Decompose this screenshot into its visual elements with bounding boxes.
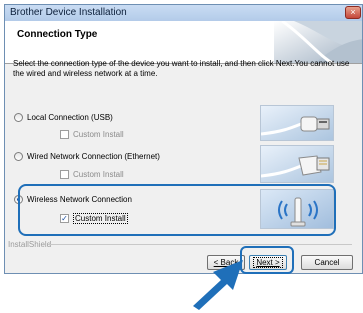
usb-cable-icon [260, 105, 334, 141]
ethernet-cable-icon [260, 145, 334, 183]
title-bar[interactable]: Brother Device Installation × [5, 5, 362, 21]
checkbox-custom-install-wired: Custom Install [60, 168, 124, 180]
checkbox-label: Custom Install [73, 169, 124, 179]
wireless-option-highlight [18, 184, 336, 236]
radio-icon [14, 151, 23, 161]
radio-label: Local Connection (USB) [27, 112, 113, 122]
radio-local-usb[interactable]: Local Connection (USB) [14, 111, 113, 123]
page-title: Connection Type [17, 29, 98, 40]
checkbox-custom-install-usb: Custom Install [60, 128, 124, 140]
header-graphic [274, 21, 362, 63]
checkbox-icon [60, 129, 69, 139]
checkbox-label: Custom Install [73, 129, 124, 139]
close-button[interactable]: × [345, 6, 361, 19]
screen: Brother Device Installation × Connection… [0, 0, 363, 313]
cancel-label: Cancel [314, 258, 340, 267]
instructions-text: Select the connection type of the device… [13, 59, 350, 78]
cancel-button[interactable]: Cancel [301, 255, 353, 270]
radio-wired-network[interactable]: Wired Network Connection (Ethernet) [14, 150, 160, 162]
radio-label: Wired Network Connection (Ethernet) [27, 151, 160, 161]
radio-icon [14, 112, 23, 122]
installshield-label: InstallShield [8, 240, 52, 249]
close-icon: × [350, 7, 356, 17]
footer-divider [48, 244, 352, 245]
pointer-arrow-icon [193, 260, 243, 310]
dialog-header: Connection Type [5, 21, 362, 64]
checkbox-icon [60, 169, 69, 179]
window-title: Brother Device Installation [10, 7, 127, 18]
